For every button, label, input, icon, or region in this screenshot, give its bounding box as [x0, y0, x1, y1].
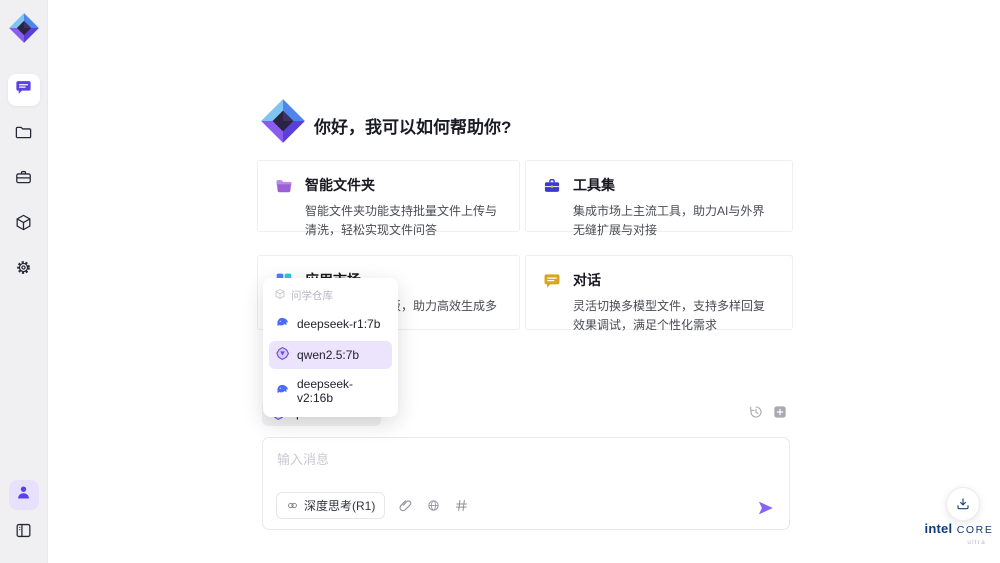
- briefcase-icon: [14, 168, 33, 192]
- chat-bubble-icon: [542, 270, 562, 315]
- sidebar-item-settings[interactable]: [8, 254, 40, 286]
- intel-core-badge: intel CORE ultra: [924, 520, 994, 546]
- send-icon: [757, 499, 775, 517]
- deepthink-icon: [286, 499, 299, 512]
- card-title: 工具集: [573, 177, 615, 193]
- deep-think-label: 深度思考(R1): [304, 499, 376, 513]
- sidebar-item-models[interactable]: [8, 209, 40, 241]
- send-button[interactable]: [757, 499, 775, 517]
- message-input[interactable]: [263, 438, 789, 490]
- card-smart-folder[interactable]: 智能文件夹 智能文件夹功能支持批量文件上传与清洗，轻松实现文件问答: [257, 160, 520, 237]
- sidebar: [0, 0, 48, 563]
- sidebar-bottom: [8, 480, 40, 549]
- new-chat-icon[interactable]: [772, 404, 788, 420]
- deepseek-whale-icon: [275, 382, 290, 400]
- sidebar-item-folders[interactable]: [8, 119, 40, 151]
- model-option-deepseek-r1[interactable]: deepseek-r1:7b: [269, 310, 392, 338]
- hash-icon[interactable]: [454, 498, 469, 513]
- gear-icon: [14, 258, 33, 282]
- intel-product: CORE: [956, 524, 994, 536]
- greeting-logo: [258, 95, 308, 147]
- attachment-icon[interactable]: [398, 498, 413, 513]
- deep-think-toggle[interactable]: 深度思考(R1): [276, 492, 386, 519]
- chat-actions: [748, 404, 788, 420]
- card-title: 智能文件夹: [305, 177, 375, 193]
- model-option-label: deepseek-r1:7b: [297, 317, 381, 331]
- globe-icon[interactable]: [426, 498, 441, 513]
- intel-brand: intel: [924, 521, 953, 536]
- qwen-icon: [275, 346, 290, 364]
- sidebar-item-toolbox[interactable]: [8, 164, 40, 196]
- history-icon[interactable]: [748, 404, 764, 420]
- card-desc: 智能文件夹功能支持批量文件上传与清洗，轻松实现文件问答: [305, 204, 498, 237]
- card-toolset[interactable]: 工具集 集成市场上主流工具，助力AI与外界无缝扩展与对接: [525, 160, 793, 237]
- model-option-deepseek-v2[interactable]: deepseek-v2:16b: [269, 372, 392, 410]
- card-desc: 集成市场上主流工具，助力AI与外界无缝扩展与对接: [573, 204, 765, 237]
- input-toolbar: 深度思考(R1): [276, 492, 469, 519]
- person-icon: [14, 483, 33, 507]
- sidebar-item-manual[interactable]: [8, 517, 40, 549]
- chat-icon: [14, 78, 33, 102]
- card-desc: 灵活切换多模型文件，支持多样回复效果调试，满足个性化需求: [573, 299, 766, 332]
- toolset-icon: [542, 175, 562, 217]
- chat-input-box: 深度思考(R1): [262, 437, 790, 530]
- model-dropdown: 问学仓库 deepseek-r1:7b qwen2.5:7b deepseek-…: [263, 278, 398, 417]
- model-option-label: qwen2.5:7b: [297, 348, 360, 362]
- model-option-label: deepseek-v2:16b: [297, 377, 354, 405]
- model-repo-header: 问学仓库: [269, 286, 392, 310]
- repo-label: 问学仓库: [291, 290, 333, 302]
- panel-book-icon: [14, 521, 33, 545]
- smart-folder-icon: [274, 175, 294, 217]
- deepseek-whale-icon: [275, 315, 290, 333]
- sidebar-nav: [7, 74, 40, 286]
- cube-icon: [14, 213, 33, 237]
- folder-icon: [14, 123, 33, 147]
- model-option-qwen[interactable]: qwen2.5:7b: [269, 341, 392, 369]
- sidebar-item-user[interactable]: [8, 480, 39, 510]
- greeting-text: 你好，我可以如何帮助你?: [314, 118, 512, 137]
- repo-icon: [274, 288, 286, 303]
- intel-tier: ultra: [967, 538, 986, 546]
- card-conversation[interactable]: 对话 灵活切换多模型文件，支持多样回复效果调试，满足个性化需求: [525, 255, 793, 332]
- download-button[interactable]: [946, 487, 980, 521]
- app-logo: [6, 8, 42, 48]
- sidebar-item-chat[interactable]: [7, 74, 40, 106]
- app-window: 你好，我可以如何帮助你? 智能文件夹 智能文件夹功能支持批量文件上传与清洗，轻松…: [0, 0, 1000, 563]
- card-title: 对话: [573, 272, 601, 288]
- download-icon: [955, 496, 971, 512]
